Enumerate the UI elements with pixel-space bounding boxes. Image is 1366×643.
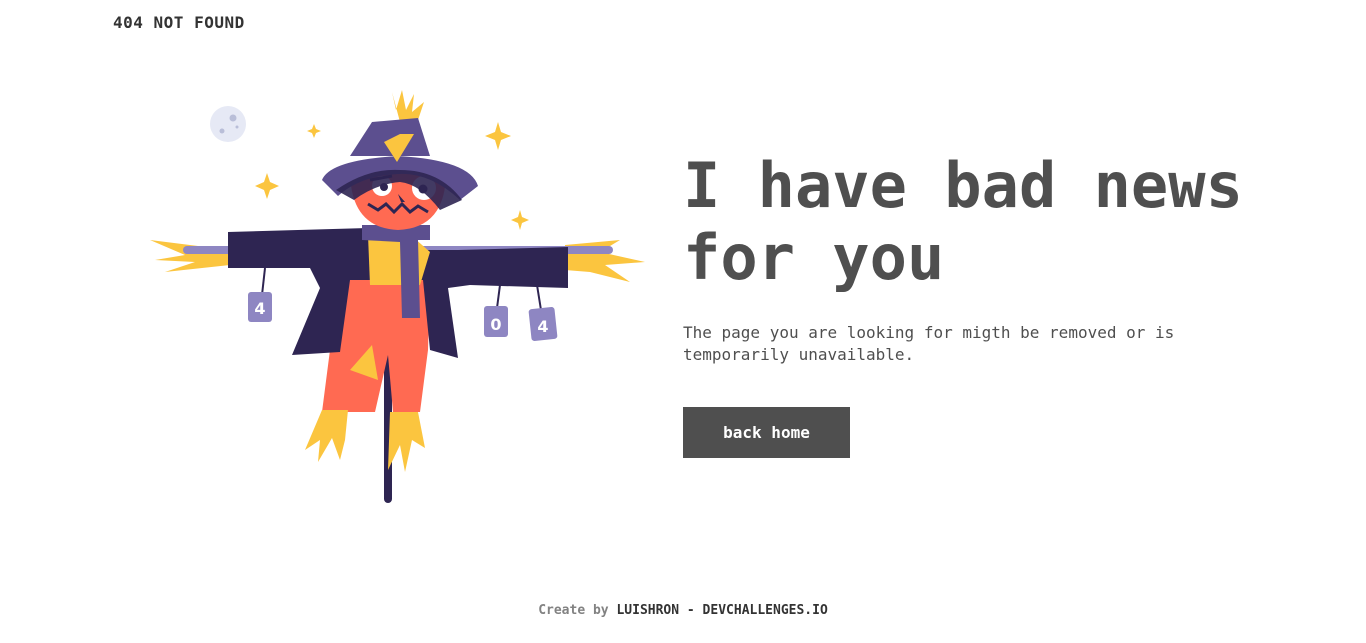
can-label-1: 4 [254,299,265,318]
back-home-button[interactable]: back home [683,407,850,458]
brand-title: 404 NOT FOUND [113,13,245,32]
page-headline: I have bad news for you [683,149,1243,294]
can-label-2: 0 [490,315,501,334]
footer-prefix: Create by [538,603,609,618]
straw-feet [305,410,425,472]
page-message: The page you are looking for migth be re… [683,323,1175,364]
content: I have bad news for you The page you are… [683,150,1283,458]
scarecrow-illustration: 4 0 4 [150,90,645,503]
footer: Create by LUISHRON - DEVCHALLENGES.IO [0,603,1366,618]
can-label-3: 4 [537,317,548,336]
footer-author-link[interactable]: LUISHRON - DEVCHALLENGES.IO [616,603,827,618]
moon-icon [210,106,246,142]
